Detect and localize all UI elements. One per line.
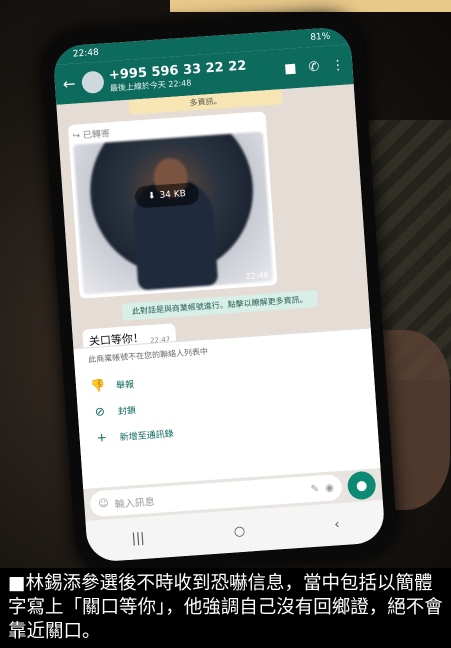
download-size: 34 KB xyxy=(159,189,187,201)
mic-button[interactable]: ● xyxy=(346,470,377,501)
status-time: 22:48 xyxy=(72,47,100,60)
camera-icon[interactable]: ◉ xyxy=(325,482,334,494)
block-icon: ⊘ xyxy=(94,404,106,419)
forwarded-text: 已轉寄 xyxy=(82,129,111,142)
recent-apps-icon[interactable]: ||| xyxy=(131,530,145,546)
back-arrow-icon[interactable]: ← xyxy=(62,75,76,94)
report-label: 舉報 xyxy=(115,379,135,391)
back-nav-icon[interactable]: ‹ xyxy=(334,517,340,532)
photo: 22:48 81% ← +995 596 33 22 22 最後上線於今天 22… xyxy=(0,0,451,568)
background-strip xyxy=(170,0,451,12)
avatar[interactable] xyxy=(80,70,105,95)
image-message[interactable]: ↪ 已轉寄 ⬇ 34 KB 22:46 xyxy=(67,111,278,299)
battery-level: 81% xyxy=(309,31,331,43)
phone: 22:48 81% ← +995 596 33 22 22 最後上線於今天 22… xyxy=(39,11,399,568)
image-time: 22:46 xyxy=(245,270,270,282)
message-placeholder: 輸入訊息 xyxy=(114,496,156,511)
business-notice[interactable]: 此對話是與商業帳號進行。點擊以瞭解更多資訊。 xyxy=(121,290,319,321)
download-icon: ⬇ xyxy=(147,191,156,202)
caption: ■林錫添參選後不時收到恐嚇信息，當中包括以簡體字寫上「關口等你」，他強調自己沒有… xyxy=(0,568,451,648)
phone-call-icon[interactable]: ✆ xyxy=(308,59,320,75)
contact-title[interactable]: +995 596 33 22 22 最後上線於今天 22:48 xyxy=(109,57,274,94)
emoji-icon[interactable]: ☺ xyxy=(98,498,109,510)
thumbs-down-icon: 👎 xyxy=(90,378,107,394)
phone-screen: 22:48 81% ← +995 596 33 22 22 最後上線於今天 22… xyxy=(52,26,386,563)
add-contact-label: 新增至通訊錄 xyxy=(119,429,174,443)
download-button[interactable]: ⬇ 34 KB xyxy=(134,182,200,209)
add-contact-icon: + xyxy=(96,430,108,445)
more-options-icon[interactable]: ⋮ xyxy=(331,57,345,73)
video-call-icon[interactable]: ■ xyxy=(284,61,297,77)
blurred-image[interactable] xyxy=(73,131,274,295)
business-account-panel: 此商業帳號不在您的聯絡人列表中 👎 舉報 ⊘ 封鎖 + 新增至通訊錄 xyxy=(73,327,381,489)
home-icon[interactable]: ○ xyxy=(233,523,245,539)
mic-icon: ● xyxy=(355,477,368,494)
attach-icon[interactable]: ✎ xyxy=(310,483,319,495)
block-label: 封鎖 xyxy=(117,405,137,417)
